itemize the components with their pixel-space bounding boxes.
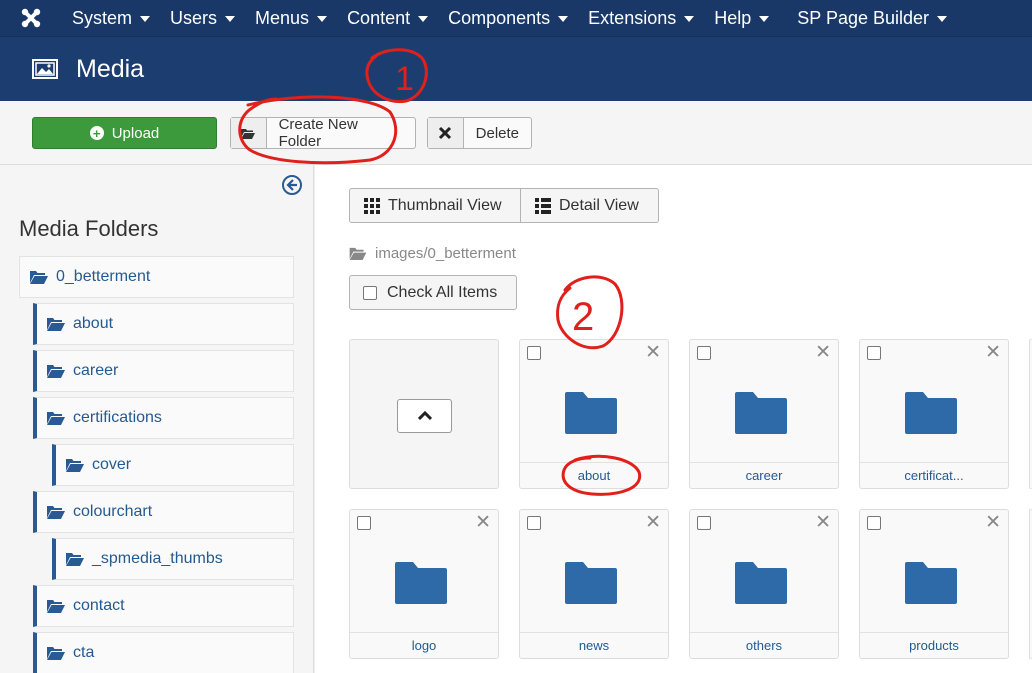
folder-open-icon [47,412,65,425]
nav-content[interactable]: Content [337,0,438,36]
folder-tree-item[interactable]: contact [33,585,294,627]
tile-checkbox[interactable] [867,516,881,530]
folder-icon [905,562,957,604]
admin-navbar: System Users Menus Content Components Ex… [0,0,1032,36]
page-header: Media [0,36,1032,101]
checkbox-icon [363,285,377,300]
current-path: images/0_betterment [349,245,516,262]
caret-down-icon [684,16,695,22]
folder-open-icon [47,647,65,660]
tile-label[interactable]: logo [350,632,498,658]
delete-button[interactable]: Delete [427,117,532,149]
tile-checkbox[interactable] [357,516,371,530]
delete-item-icon[interactable]: ✕ [475,513,491,532]
delete-item-icon[interactable]: ✕ [815,343,831,362]
tile-checkbox[interactable] [697,516,711,530]
folder-icon [735,392,787,434]
tile-label[interactable]: news [520,632,668,658]
tile-label[interactable]: about [520,462,668,488]
list-icon [535,197,551,214]
grid-icon [364,197,380,214]
folder-tile[interactable]: ✕ career [689,339,839,489]
folder-tree-item[interactable]: career [33,350,294,392]
caret-down-icon [759,16,770,22]
check-all-items-button[interactable]: Check All Items [349,275,517,310]
folder-tree-item[interactable]: cover [52,444,294,486]
tile-checkbox[interactable] [697,346,711,360]
plus-circle-icon: + [89,126,104,140]
nav-users[interactable]: Users [160,0,245,36]
nav-components[interactable]: Components [438,0,578,36]
caret-down-icon [140,16,151,22]
tile-label[interactable]: certificat... [860,462,1008,488]
folder-icon [565,562,617,604]
caret-down-icon [317,16,328,22]
delete-item-icon[interactable]: ✕ [985,343,1001,362]
page-title: Media [76,54,145,83]
caret-down-icon [937,16,948,22]
image-icon [32,57,60,81]
up-button[interactable] [397,399,452,433]
folder-tree-item[interactable]: certifications [33,397,294,439]
folder-open-icon [66,553,84,566]
media-main-area: Thumbnail View Detail View images/0_bett… [315,165,1032,673]
folder-open-icon [30,271,48,284]
folder-icon [565,392,617,434]
parent-folder-tile[interactable] [349,339,499,489]
folder-icon [735,562,787,604]
thumbnail-view-button[interactable]: Thumbnail View [349,188,521,223]
nav-sp-page-builder[interactable]: SP Page Builder [787,0,957,36]
sidebar-title: Media Folders [19,216,159,241]
view-switcher: Thumbnail View Detail View [349,188,659,223]
detail-view-button[interactable]: Detail View [521,188,659,223]
media-folders-sidebar: Media Folders 0_betterment about career … [0,165,314,673]
tile-label[interactable]: others [690,632,838,658]
close-icon [428,118,464,148]
folder-open-icon [349,247,367,260]
delete-item-icon[interactable]: ✕ [645,513,661,532]
joomla-logo-icon[interactable] [0,0,62,36]
folder-tile[interactable]: ✕ certificat... [859,339,1009,489]
folder-tree-item[interactable]: 0_betterment [19,256,294,298]
tile-checkbox[interactable] [867,346,881,360]
folder-tree-item[interactable]: cta [33,632,294,673]
caret-down-icon [225,16,236,22]
tile-checkbox[interactable] [527,346,541,360]
folder-open-icon [47,600,65,613]
caret-down-icon [558,16,569,22]
caret-down-icon [418,16,429,22]
folder-tile[interactable]: ✕ about [519,339,669,489]
folder-tile[interactable]: ✕ others [689,509,839,659]
delete-item-icon[interactable]: ✕ [815,513,831,532]
nav-help[interactable]: Help [704,0,779,36]
folder-tile[interactable]: ✕ news [519,509,669,659]
folder-tree-item[interactable]: about [33,303,294,345]
tile-checkbox[interactable] [527,516,541,530]
upload-button[interactable]: + Upload [32,117,217,149]
folder-open-icon [47,318,65,331]
folder-open-icon [231,118,267,148]
collapse-sidebar-icon[interactable] [281,174,303,196]
folder-tile[interactable]: ✕ products [859,509,1009,659]
tile-label[interactable]: products [860,632,1008,658]
folder-icon [905,392,957,434]
nav-menus[interactable]: Menus [245,0,337,36]
folder-tile[interactable]: ✕ logo [349,509,499,659]
folder-tree-item[interactable]: _spmedia_thumbs [52,538,294,580]
nav-extensions[interactable]: Extensions [578,0,704,36]
create-new-folder-button[interactable]: Create New Folder [230,116,416,150]
tile-label[interactable]: career [690,462,838,488]
folder-icon [395,562,447,604]
toolbar: + Upload Create New Folder Delete [0,101,1032,165]
chevron-up-icon [417,411,432,421]
folder-open-icon [47,365,65,378]
delete-item-icon[interactable]: ✕ [985,513,1001,532]
folder-open-icon [47,506,65,519]
folder-open-icon [66,459,84,472]
folder-tree-item[interactable]: colourchart [33,491,294,533]
nav-system[interactable]: System [62,0,160,36]
delete-item-icon[interactable]: ✕ [645,343,661,362]
